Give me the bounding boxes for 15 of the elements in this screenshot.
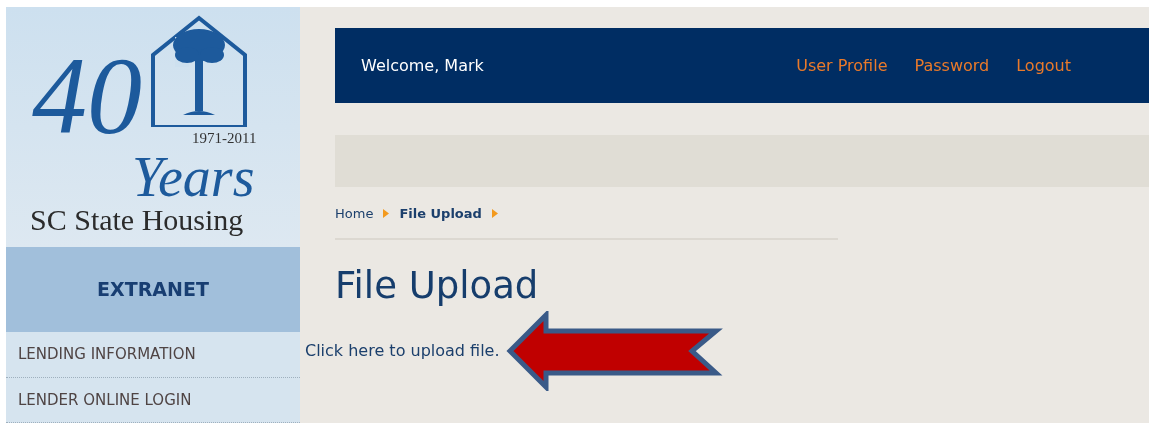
breadcrumb-link[interactable]: Home [335,204,374,224]
organization-name: SC State Housing [30,205,244,235]
header-link[interactable]: Logout [1016,53,1071,78]
welcome-text: Welcome, Mark [361,54,484,77]
logo-years: 1971-2011 [192,131,257,146]
breadcrumb-separator-icon [383,209,390,219]
sidebar-heading: EXTRANET [6,247,300,332]
header-link[interactable]: Password [914,53,990,78]
breadcrumb-separator-icon [491,209,498,219]
breadcrumb-link[interactable]: File Upload [399,204,482,224]
upload-link[interactable]: Click here to upload file. [305,338,500,363]
header-link[interactable]: User Profile [796,53,888,78]
page-title: File Upload [335,263,540,308]
logo-number: 40 [32,41,143,151]
logo-word: Years [132,149,256,205]
